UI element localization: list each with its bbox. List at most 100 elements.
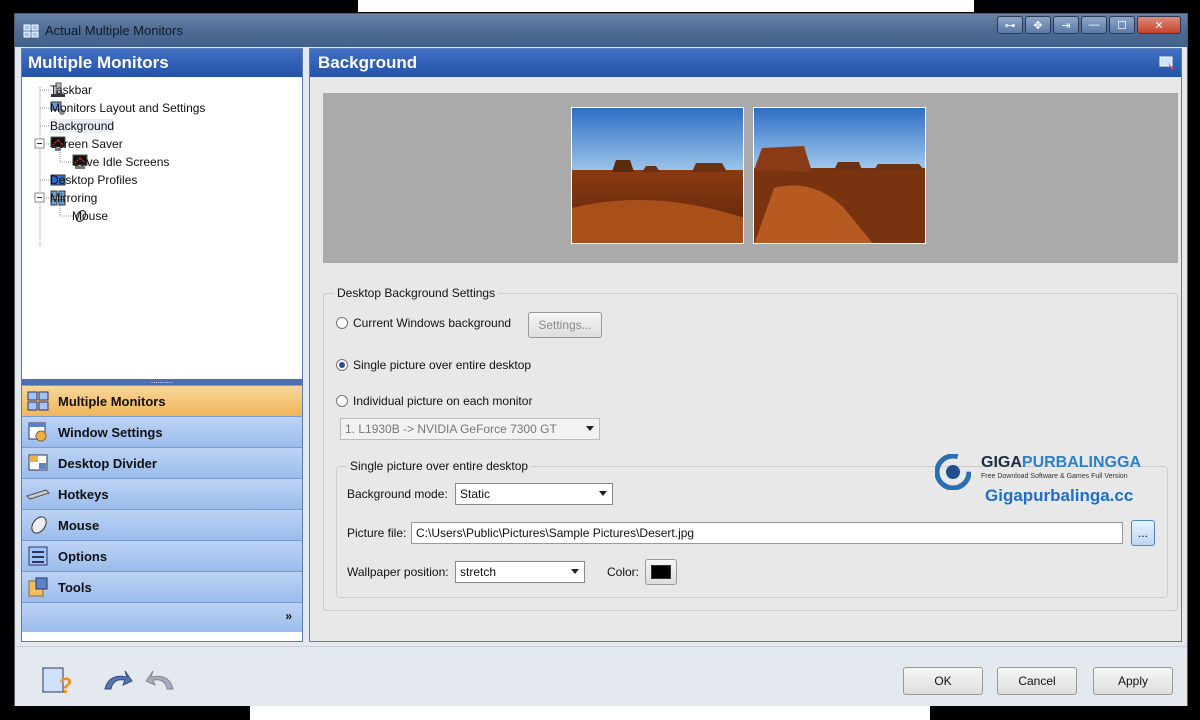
keyboard-icon [26, 489, 50, 500]
tree-item-monitors-layout[interactable]: Monitors Layout and Settings [50, 99, 205, 117]
brand-logo-icon [935, 454, 971, 490]
options-icon [28, 546, 48, 566]
radio-current-windows-background[interactable]: Current Windows background [336, 316, 511, 330]
page-title: Background [318, 53, 418, 72]
monitor-select[interactable]: 1. L1930B -> NVIDIA GeForce 7300 GT [340, 418, 600, 440]
help-icon[interactable]: ? [41, 665, 73, 697]
maximize-button[interactable]: ☐ [1109, 16, 1135, 34]
chevron-down-icon [599, 491, 607, 496]
undo-icon[interactable] [101, 667, 133, 695]
browse-button[interactable]: ... [1131, 520, 1155, 546]
tree-label: Screen Saver [50, 137, 123, 151]
radio-label: Individual picture on each monitor [353, 394, 533, 408]
close-button[interactable]: ✕ [1137, 16, 1181, 34]
color-swatch [651, 565, 671, 579]
monitor-2-preview[interactable] [753, 107, 926, 244]
nav-more-button[interactable]: » [22, 602, 302, 632]
group-title: Desktop Background Settings [334, 286, 499, 300]
nav-label: Mouse [58, 517, 100, 533]
select-value: Static [460, 487, 491, 501]
tree-label: Taskbar [50, 83, 93, 97]
tree-label: Mouse [72, 209, 109, 223]
brand-part-b: PURBALINGGA [1021, 454, 1141, 471]
picture-file-label: Picture file: [347, 526, 407, 540]
brand-site: Gigapurbalinga.cc [985, 486, 1134, 505]
nav-tools[interactable]: Tools [22, 571, 302, 602]
send-to-monitor-icon[interactable]: ⇥ [1053, 16, 1079, 34]
tree-item-background[interactable]: Background [50, 117, 115, 135]
tree-item-desktop-profiles[interactable]: Desktop Profiles [50, 171, 137, 189]
move-icon[interactable]: ✥ [1025, 16, 1051, 34]
chevron-down-icon [571, 569, 579, 574]
title-buttons: ⊶ ✥ ⇥ — ☐ ✕ [997, 16, 1181, 34]
radio-dot [336, 359, 348, 371]
tree-label: Mirroring [50, 191, 98, 205]
nav-multiple-monitors[interactable]: Multiple Monitors [22, 385, 302, 416]
main-header: Background [310, 49, 1181, 77]
brand-tagline: Free Download Software & Games Full Vers… [981, 473, 1128, 480]
background-strip-top [358, 0, 974, 12]
settings-tree: Taskbar Monitors Layout and Settings Bac… [22, 77, 302, 379]
nav-label: Hotkeys [58, 486, 109, 502]
color-picker-button[interactable] [645, 559, 677, 585]
monitor-preview [323, 93, 1178, 263]
nav-mouse[interactable]: Mouse [22, 509, 302, 540]
mouse-icon [31, 516, 47, 534]
nav-desktop-divider[interactable]: Desktop Divider [22, 447, 302, 478]
radio-dot [336, 395, 348, 407]
window-title: Actual Multiple Monitors [45, 23, 183, 38]
chevron-down-icon [586, 426, 594, 431]
background-mode-label: Background mode: [347, 487, 448, 501]
pin-icon[interactable]: ⊶ [997, 16, 1023, 34]
brand-part-a: GIGA [981, 454, 1022, 471]
app-icon [23, 24, 39, 37]
nav-label: Window Settings [58, 424, 163, 440]
nav-options[interactable]: Options [22, 540, 302, 571]
radio-label: Current Windows background [353, 316, 512, 330]
svg-text:?: ? [59, 673, 72, 697]
ok-button[interactable]: OK [903, 667, 983, 695]
redo-icon[interactable] [145, 667, 177, 695]
wallpaper-position-label: Wallpaper position: [347, 565, 449, 579]
monitor-1-preview[interactable] [571, 107, 744, 244]
wallpaper-position-select[interactable]: stretch [455, 561, 585, 583]
apply-button[interactable]: Apply [1093, 667, 1173, 695]
background-icon [1159, 56, 1174, 69]
tree-item-screen-saver[interactable]: Screen Saver [50, 135, 123, 153]
tree-label: Save Idle Screens [72, 155, 170, 169]
radio-single-picture[interactable]: Single picture over entire desktop [336, 358, 531, 372]
minimize-button[interactable]: — [1081, 16, 1107, 34]
cancel-button[interactable]: Cancel [997, 667, 1077, 695]
watermark: GIGAPURBALINGGA Free Download Software &… [935, 452, 1175, 512]
tree-item-taskbar[interactable]: Taskbar [50, 81, 92, 99]
tools-icon [28, 577, 48, 597]
background-mode-select[interactable]: Static [455, 483, 613, 505]
nav-label: Options [58, 548, 108, 564]
settings-button[interactable]: Settings... [528, 312, 602, 338]
brand-name: GIGAPURBALINGGA [981, 454, 1141, 472]
title-bar[interactable]: Actual Multiple Monitors ⊶ ✥ ⇥ — ☐ ✕ [15, 14, 1187, 47]
tree-label: Monitors Layout and Settings [50, 101, 206, 115]
nav-hotkeys[interactable]: Hotkeys [22, 478, 302, 509]
nav-label: Tools [58, 579, 92, 595]
background-strip-bottom [250, 706, 930, 720]
desert-image [572, 108, 743, 243]
nav-label: Desktop Divider [58, 455, 157, 471]
desktop-divider-icon [28, 454, 48, 471]
select-value: 1. L1930B -> NVIDIA GeForce 7300 GT [345, 422, 557, 436]
bottom-bar: ? OK Cancel Apply [15, 646, 1187, 706]
window-settings-icon [28, 422, 47, 442]
tree-item-mirroring[interactable]: Mirroring [50, 189, 97, 207]
tree-label: Background [50, 119, 115, 133]
tree-item-save-idle-screens[interactable]: Save Idle Screens [72, 153, 169, 171]
color-label: Color: [607, 565, 640, 579]
main-panel: Background Desktop Background Settings C… [309, 48, 1182, 642]
nav-label: Multiple Monitors [58, 393, 166, 409]
picture-file-input[interactable]: C:\Users\Public\Pictures\Sample Pictures… [411, 522, 1123, 544]
nav-window-settings[interactable]: Window Settings [22, 416, 302, 447]
tree-item-mouse[interactable]: Mouse [72, 207, 108, 225]
radio-individual-picture[interactable]: Individual picture on each monitor [336, 394, 532, 408]
radio-dot [336, 317, 348, 329]
multiple-monitors-icon [27, 391, 49, 411]
radio-label: Single picture over entire desktop [353, 358, 532, 372]
